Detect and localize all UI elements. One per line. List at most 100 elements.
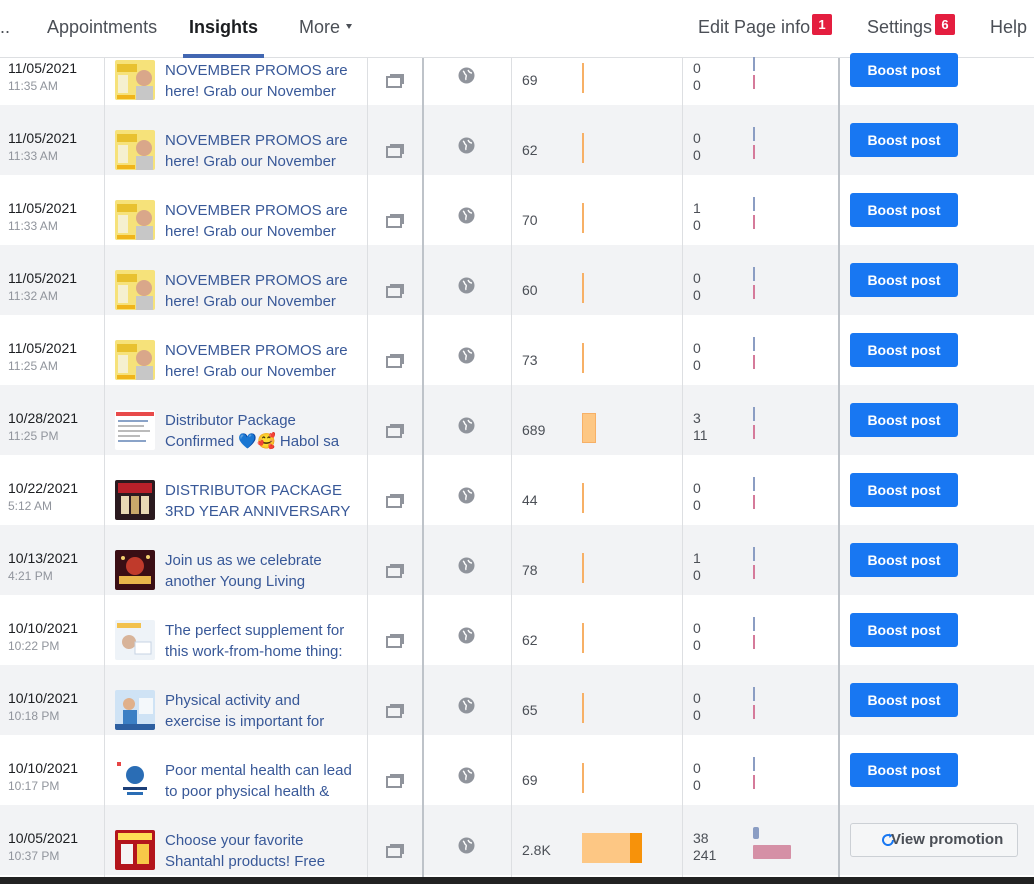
column-divider [104,58,105,878]
post-thumbnail[interactable] [115,550,155,590]
engagement-clicks: 0 [693,760,701,776]
post-reach: 689 [522,422,546,438]
post-thumbnail[interactable] [115,620,155,660]
reach-bar [582,203,584,233]
post-thumbnail[interactable] [115,760,155,800]
post-text-link[interactable]: The perfect supplement for this work-fro… [165,620,360,662]
post-time: 10:37 PM [8,849,60,863]
boost-post-button[interactable]: Boost post [850,263,958,297]
post-text-link[interactable]: Distributor Package Confirmed 💙🥰 Habol s… [165,410,360,452]
boost-post-button[interactable]: Boost post [850,123,958,157]
reach-bar-organic [582,833,630,863]
engagement-reactions: 11 [693,427,708,443]
post-reach: 69 [522,72,538,88]
table-row: 10/13/2021 4:21 PM Join us as we celebrat… [0,525,1034,595]
engagement-reactions: 0 [693,497,701,513]
post-thumbnail[interactable] [115,270,155,310]
engagement-bar-clicks [753,407,755,421]
post-engagement: 0 0 [693,340,701,374]
post-text-line: here! Grab our November [165,153,336,170]
post-date: 10/28/2021 [8,410,79,426]
boost-post-button[interactable]: Boost post [850,193,958,227]
boost-post-button[interactable]: Boost post [850,473,958,507]
post-text-line: NOVEMBER PROMOS are [165,132,348,149]
post-time: 11:32 AM [8,289,58,303]
post-engagement: 1 0 [693,550,701,584]
post-thumbnail[interactable] [115,480,155,520]
globe-icon [458,557,475,574]
reach-bar [582,763,584,793]
post-text-line: here! Grab our November [165,83,336,100]
edit-page-info-badge: 1 [812,14,832,35]
photo-album-icon [386,74,404,89]
boost-post-button[interactable]: Boost post [850,683,958,717]
reach-bar [582,273,584,303]
post-thumbnail[interactable] [115,410,155,450]
engagement-reactions: 0 [693,147,701,163]
post-reach: 62 [522,632,538,648]
view-promotion-button[interactable]: View promotion [850,823,1018,857]
post-text-line: Choose your favorite [165,832,304,849]
post-text-line: Physical activity and [165,692,301,709]
post-thumbnail[interactable] [115,690,155,730]
table-row: 11/05/2021 11:33 AM NOVEMBER PROMOS are h… [0,175,1034,245]
post-text-link[interactable]: Poor mental health can lead to poor phys… [165,760,360,802]
engagement-bar-clicks [753,757,755,771]
boost-post-button[interactable]: Boost post [850,753,958,787]
post-text-line: another Young Living [165,573,306,590]
post-reach: 62 [522,142,538,158]
post-text-link[interactable]: Join us as we celebrate another Young Li… [165,550,360,592]
post-thumbnail[interactable] [115,60,155,100]
engagement-clicks: 0 [693,60,701,76]
globe-icon [458,277,475,294]
post-time: 11:33 AM [8,149,58,163]
reach-bar [582,623,584,653]
post-engagement: 1 0 [693,200,701,234]
post-thumbnail[interactable] [115,830,155,870]
reach-bar [582,133,584,163]
post-text-link[interactable]: DISTRIBUTOR PACKAGE 3RD YEAR ANNIVERSARY [165,480,360,522]
post-thumbnail[interactable] [115,130,155,170]
engagement-bar-clicks [753,57,755,71]
engagement-bar-clicks [753,337,755,351]
engagement-clicks: 1 [693,550,701,566]
post-text-line: Distributor Package [165,412,296,429]
post-date: 10/22/2021 [8,480,79,496]
boost-post-button[interactable]: Boost post [850,403,958,437]
post-engagement: 38 241 [693,830,716,864]
post-text-link[interactable]: NOVEMBER PROMOS are here! Grab our Novem… [165,270,360,312]
engagement-bar-reactions [753,75,755,89]
post-text-link[interactable]: Physical activity and exercise is import… [165,690,360,732]
table-row: 10/10/2021 10:22 PM The perfect supplemen… [0,595,1034,665]
engagement-bar-clicks [753,477,755,491]
post-time: 10:22 PM [8,639,60,653]
photo-album-icon [386,214,404,229]
boost-post-button[interactable]: Boost post [850,543,958,577]
photo-album-icon [386,844,404,859]
post-text-line: Join us as we celebrate [165,552,322,569]
post-thumbnail[interactable] [115,340,155,380]
post-text-line: here! Grab our November [165,223,336,240]
post-date: 11/05/2021 [8,270,78,286]
engagement-clicks: 3 [693,410,701,426]
post-date: 10/10/2021 [8,760,79,776]
boost-post-button[interactable]: Boost post [850,333,958,367]
globe-icon [458,487,475,504]
table-row: 11/05/2021 11:32 AM NOVEMBER PROMOS are h… [0,245,1034,315]
engagement-bar-reactions [753,425,755,439]
post-text-link[interactable]: NOVEMBER PROMOS are here! Grab our Novem… [165,340,360,382]
engagement-bar-reactions [753,775,755,789]
post-text-line: 3RD YEAR ANNIVERSARY [165,503,351,520]
post-thumbnail[interactable] [115,200,155,240]
boost-post-button[interactable]: Boost post [850,613,958,647]
post-text-link[interactable]: NOVEMBER PROMOS are here! Grab our Novem… [165,130,360,172]
post-text-link[interactable]: NOVEMBER PROMOS are here! Grab our Novem… [165,200,360,242]
photo-album-icon [386,354,404,369]
table-row: 10/10/2021 10:17 PM Poor mental health ca… [0,735,1034,805]
globe-icon [458,697,475,714]
post-time: 10:17 PM [8,779,60,793]
post-text-line: here! Grab our November [165,293,336,310]
boost-post-button[interactable]: Boost post [850,53,958,87]
post-text-link[interactable]: Choose your favorite Shantahl products! … [165,830,360,872]
post-text-link[interactable]: NOVEMBER PROMOS are here! Grab our Novem… [165,60,360,102]
